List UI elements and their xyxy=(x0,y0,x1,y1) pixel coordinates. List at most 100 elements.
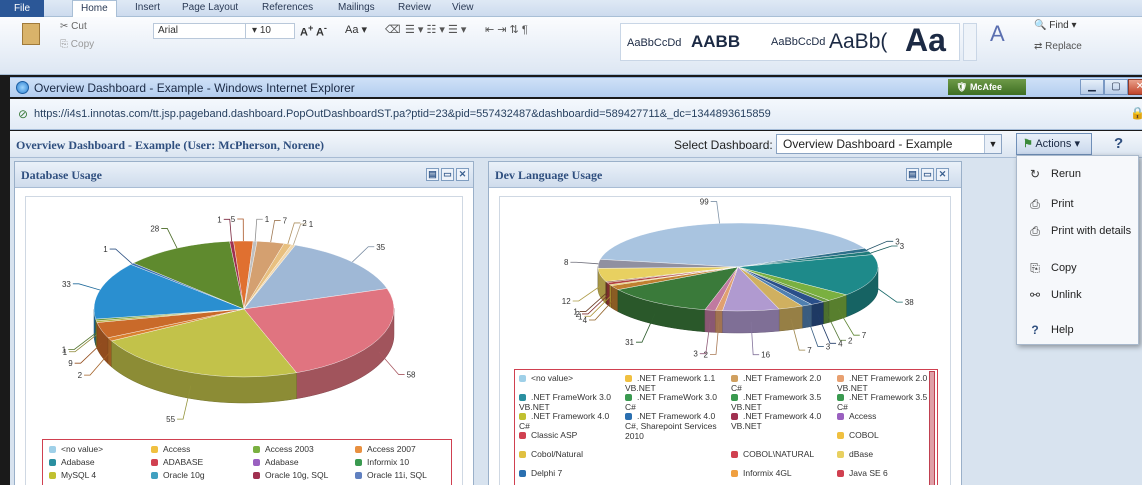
panel-menu-icon[interactable]: ▤ xyxy=(426,168,439,181)
word-tab-references[interactable]: References xyxy=(262,2,313,13)
menu-item-print-with-details[interactable]: ⎙ Print with details xyxy=(1017,219,1138,243)
list-icons[interactable]: ☰ ▾ ☷ ▾ ☰ ▾ xyxy=(405,23,466,36)
legend-label: Delphi 7 xyxy=(531,468,563,478)
actions-button[interactable]: ⚑ Actions ▾ xyxy=(1016,133,1092,155)
legend-item[interactable]: .NET FrameWork 3.0 C# xyxy=(625,392,725,412)
replace-button[interactable]: ⇄ Replace xyxy=(1034,41,1082,52)
close-window-button[interactable]: ✕ xyxy=(1128,79,1142,95)
menu-item-print[interactable]: ⎙ Print xyxy=(1017,192,1138,216)
menu-item-copy[interactable]: ⎘ Copy xyxy=(1017,256,1138,280)
legend-item[interactable]: Java SE 6 xyxy=(837,468,937,478)
menu-item-unlink[interactable]: ⚯ Unlink xyxy=(1017,283,1138,307)
legend-item[interactable]: Oracle 11i, SQL xyxy=(355,470,451,480)
menu-item-label: Help xyxy=(1051,324,1074,336)
legend-item[interactable]: Adabase xyxy=(253,457,349,467)
legend-item[interactable]: MySQL 4 xyxy=(49,470,145,480)
word-tab-insert[interactable]: Insert xyxy=(135,2,160,13)
pie-leader-line xyxy=(287,222,301,245)
legend-item[interactable]: <no value> xyxy=(49,444,145,454)
legend-item[interactable]: .NET Framework 3.5 C# xyxy=(837,392,937,412)
legend-item[interactable]: Access 2003 xyxy=(253,444,349,454)
change-case-icon[interactable]: Aa ▾ xyxy=(345,23,367,36)
legend-swatch xyxy=(355,472,362,479)
legend-item[interactable]: Informix 4GL xyxy=(731,468,831,478)
dev-language-header: Dev Language Usage ▤ ▭ ✕ xyxy=(489,162,961,188)
legend-label: Access xyxy=(163,444,191,454)
style-subtitle[interactable]: Aa xyxy=(905,24,946,59)
styles-scroll[interactable] xyxy=(963,23,977,61)
word-tab-mailings[interactable]: Mailings xyxy=(338,2,375,13)
change-styles-icon[interactable]: A xyxy=(990,21,1005,47)
mcafee-badge[interactable]: 🛡 McAfee xyxy=(948,79,1026,95)
legend-item[interactable]: Access xyxy=(837,411,937,421)
font-size-select[interactable]: ▾ 10 xyxy=(245,23,295,39)
word-tab-review[interactable]: Review xyxy=(398,2,431,13)
maximize-button[interactable]: ▢ xyxy=(1104,79,1128,95)
pie-value-label: 1 xyxy=(309,220,314,229)
help-icon[interactable]: ? xyxy=(1114,135,1123,152)
style-title[interactable]: AaBb( xyxy=(829,30,887,54)
legend-item[interactable]: .NET Framework 4.0 C#, Sharepoint Servic… xyxy=(625,411,725,441)
style-heading2[interactable]: AaBbCcDd xyxy=(771,36,825,48)
pie-value-label: 5 xyxy=(231,215,236,224)
legend-item[interactable]: Access xyxy=(151,444,247,454)
word-file-tab[interactable]: File xyxy=(0,0,44,17)
minimize-button[interactable]: ▁ xyxy=(1080,79,1104,95)
legend-item[interactable]: .NET Framework 1.1 VB.NET xyxy=(625,373,725,393)
legend-item[interactable]: Cobol/Natural xyxy=(519,449,619,459)
legend-swatch xyxy=(837,413,844,420)
dashboard-select[interactable]: Overview Dashboard - Example ▼ xyxy=(776,134,1002,154)
word-tab-view[interactable]: View xyxy=(452,2,474,13)
legend-item[interactable]: Oracle 10g, SQL xyxy=(253,470,349,480)
cut-button[interactable]: ✂ Cut xyxy=(60,21,87,32)
legend-swatch xyxy=(253,446,260,453)
legend-item[interactable]: COBOL xyxy=(837,430,937,440)
legend-item[interactable]: Delphi 7 xyxy=(519,468,619,478)
panel-menu-icon[interactable]: ▤ xyxy=(906,168,919,181)
legend-item[interactable]: Adabase xyxy=(49,457,145,467)
panel-close-icon[interactable]: ✕ xyxy=(456,168,469,181)
panel-close-icon[interactable]: ✕ xyxy=(936,168,949,181)
panel-minimize-icon[interactable]: ▭ xyxy=(441,168,454,181)
word-tab-page-layout[interactable]: Page Layout xyxy=(182,2,238,13)
legend-item[interactable]: .NET Framework 3.5 VB.NET xyxy=(731,392,831,412)
indent-icons[interactable]: ⇤ ⇥ ⇅ ¶ xyxy=(485,23,528,36)
grow-font-icon[interactable]: A+ A- xyxy=(300,23,327,39)
legend-item[interactable]: dBase xyxy=(837,449,937,459)
legend-item[interactable]: .NET FrameWork 3.0 VB.NET xyxy=(519,392,619,412)
pie-leader-line xyxy=(710,201,720,224)
legend-item[interactable]: .NET Framework 4.0 VB.NET xyxy=(731,411,831,431)
legend-scrollbar[interactable] xyxy=(929,371,935,485)
legend-item[interactable]: Access 2007 xyxy=(355,444,451,454)
chevron-down-icon[interactable]: ▼ xyxy=(984,135,1001,153)
legend-item[interactable]: Informix 10 xyxy=(355,457,451,467)
clear-format-icon[interactable]: ⌫ xyxy=(385,23,401,36)
menu-item-help[interactable]: ? Help xyxy=(1017,318,1138,342)
legend-item[interactable]: <no value> xyxy=(519,373,619,383)
pie-value-label: 1 xyxy=(265,215,270,224)
style-heading1[interactable]: AABB xyxy=(691,32,740,52)
legend-swatch xyxy=(837,394,844,401)
legend-label: Access xyxy=(849,411,877,421)
find-button[interactable]: 🔍 Find ▾ xyxy=(1034,20,1077,31)
legend-item[interactable]: Classic ASP xyxy=(519,430,619,440)
menu-item-label: Unlink xyxy=(1051,289,1082,301)
legend-item[interactable]: COBOL\NATURAL xyxy=(731,449,831,459)
paste-icon[interactable] xyxy=(22,23,40,45)
copy-button[interactable]: ⎘ Copy xyxy=(60,39,94,50)
legend-item[interactable]: .NET Framework 2.0 C# xyxy=(731,373,831,393)
panel-minimize-icon[interactable]: ▭ xyxy=(921,168,934,181)
style-normal[interactable]: AaBbCcDd xyxy=(627,37,681,49)
legend-item[interactable]: Oracle 10g xyxy=(151,470,247,480)
page-icon: ⊘ xyxy=(18,107,29,121)
legend-label: .NET Framework 4.0 C# xyxy=(519,411,610,431)
styles-gallery[interactable]: AaBbCcDd AABB AaBbCcDd AaBb( Aa xyxy=(620,23,960,61)
dashboard-title: Overview Dashboard - Example (User: McPh… xyxy=(16,138,325,152)
word-tab-home[interactable]: Home xyxy=(72,0,117,17)
address-url[interactable]: https://i4s1.innotas.com/tt.jsp.pageband… xyxy=(34,108,771,120)
legend-item[interactable]: .NET Framework 2.0 VB.NET xyxy=(837,373,937,393)
menu-item-rerun[interactable]: ↻ Rerun xyxy=(1017,162,1138,186)
legend-item[interactable]: .NET Framework 4.0 C# xyxy=(519,411,619,431)
legend-swatch xyxy=(625,375,632,382)
legend-item[interactable]: ADABASE xyxy=(151,457,247,467)
